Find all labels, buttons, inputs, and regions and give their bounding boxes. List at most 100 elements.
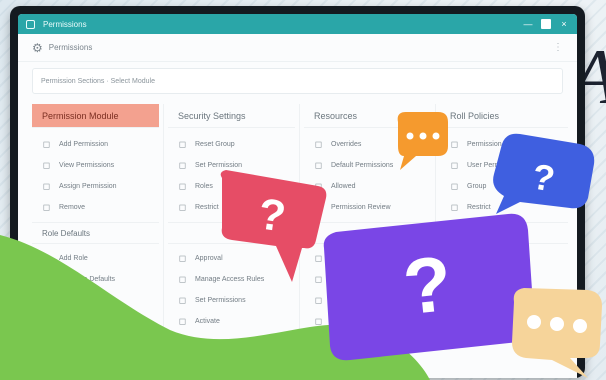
permission-item[interactable]: ◻ Close xyxy=(440,311,568,332)
item-label: Audit xyxy=(331,318,347,325)
checkbox-icon[interactable]: ◻ xyxy=(450,139,459,150)
checkbox-icon[interactable]: ◻ xyxy=(178,181,187,192)
permission-item[interactable]: ◻ Review xyxy=(440,290,568,311)
more-icon[interactable]: ⋮ xyxy=(553,42,563,53)
column-header[interactable]: Roll Policies xyxy=(440,104,568,128)
checkbox-icon[interactable]: ◻ xyxy=(450,160,459,171)
item-label: Set Permissions xyxy=(195,297,246,304)
item-label: Set Defaults xyxy=(59,318,98,325)
permission-item[interactable]: ◻ Add Permission xyxy=(32,134,159,155)
permission-column: Security Settings ◻ Reset Group ◻ Set Permis… xyxy=(168,104,300,332)
column-header[interactable]: Permission Module xyxy=(32,104,159,128)
checkbox-icon[interactable]: ◻ xyxy=(450,253,459,264)
permission-item[interactable]: ◻ Set Defaults xyxy=(32,311,159,332)
permission-item[interactable]: ◻ Activate xyxy=(168,311,295,332)
permission-item[interactable]: ◻ Add Role xyxy=(32,248,159,269)
checkbox-icon[interactable]: ◻ xyxy=(450,274,459,285)
permission-item[interactable]: ◻ Assign Permission xyxy=(32,176,159,197)
checkbox-icon[interactable]: ◻ xyxy=(42,253,51,264)
column-header[interactable]: Resources xyxy=(304,104,431,128)
checkbox-icon[interactable]: ◻ xyxy=(178,295,187,306)
item-label: Assign Permission xyxy=(59,183,117,190)
checkbox-icon[interactable]: ◻ xyxy=(178,139,187,150)
item-label: Permission xyxy=(467,141,502,148)
minimize-button[interactable]: — xyxy=(523,19,533,29)
checkbox-icon[interactable]: ◻ xyxy=(42,274,51,285)
permission-item[interactable]: ◻ Reset Group xyxy=(168,134,295,155)
item-label: Remove xyxy=(59,204,86,211)
permission-item[interactable]: ◻ Notes xyxy=(440,269,568,290)
permission-item[interactable]: ◻ User Permissions xyxy=(440,155,568,176)
permission-item[interactable]: ◻ Permission Review xyxy=(304,197,431,218)
item-label: Add Role xyxy=(59,255,88,262)
close-button[interactable]: × xyxy=(559,19,569,29)
checkbox-icon[interactable]: ◻ xyxy=(42,181,51,192)
item-label: Manage Access Rules xyxy=(195,276,265,283)
checkbox-icon[interactable]: ◻ xyxy=(314,202,323,213)
maximize-button[interactable] xyxy=(541,19,551,29)
permission-item[interactable]: ◻ Approval xyxy=(168,248,295,269)
permission-item[interactable]: ◻ Link xyxy=(304,248,431,269)
checkbox-icon[interactable]: ◻ xyxy=(178,316,187,327)
checkbox-icon[interactable]: ◻ xyxy=(314,253,323,264)
permission-column: Permission Module ◻ Add Permission ◻ View Pe… xyxy=(32,104,164,332)
checkbox-icon[interactable]: ◻ xyxy=(450,316,459,327)
checkbox-icon[interactable]: ◻ xyxy=(178,253,187,264)
permission-item[interactable]: ◻ Manage Access Rules xyxy=(168,269,295,290)
permission-item[interactable]: ◻ Audit xyxy=(304,311,431,332)
item-label: Reset Group xyxy=(195,141,235,148)
permission-item[interactable]: ◻ Permission xyxy=(440,134,568,155)
permission-item[interactable]: ◻ View Permissions xyxy=(32,155,159,176)
checkbox-icon[interactable]: ◻ xyxy=(314,274,323,285)
item-label: Close xyxy=(467,318,485,325)
permission-item[interactable]: ◻ Remove xyxy=(32,197,159,218)
permission-item[interactable]: ◻ Default Permissions xyxy=(304,155,431,176)
item-label: Permission Review xyxy=(331,204,391,211)
breadcrumb[interactable]: Permission Sections · Select Module xyxy=(32,68,563,94)
item-label: Review xyxy=(467,297,490,304)
checkbox-icon[interactable]: ◻ xyxy=(178,160,187,171)
checkbox-icon[interactable]: ◻ xyxy=(450,295,459,306)
permission-item[interactable]: ◻ Users xyxy=(304,269,431,290)
app-window: Permissions — × ⚙ Permissions ⋮ Permissi… xyxy=(18,14,577,378)
permission-item[interactable]: ◻ Overrides xyxy=(304,134,431,155)
checkbox-icon[interactable]: ◻ xyxy=(450,181,459,192)
item-label: Roles xyxy=(195,183,213,190)
item-label: Allowed xyxy=(331,183,356,190)
checkbox-icon[interactable]: ◻ xyxy=(178,202,187,213)
item-label: Restrict xyxy=(195,204,219,211)
checkbox-icon[interactable]: ◻ xyxy=(314,181,323,192)
checkbox-icon[interactable]: ◻ xyxy=(42,316,51,327)
item-label: Set Permission xyxy=(195,162,243,169)
checkbox-icon[interactable]: ◻ xyxy=(314,160,323,171)
permission-item[interactable]: ◻ Groups xyxy=(304,290,431,311)
gear-icon[interactable]: ⚙ xyxy=(32,41,43,55)
permission-item[interactable]: ◻ Delete Role Rules xyxy=(32,290,159,311)
section-header: Role Defaults xyxy=(32,222,159,244)
permission-item[interactable]: ◻ Restrict xyxy=(440,197,568,218)
permission-item[interactable]: ◻ Logs xyxy=(440,248,568,269)
checkbox-icon[interactable]: ◻ xyxy=(42,295,51,306)
checkbox-icon[interactable]: ◻ xyxy=(42,202,51,213)
window-title: Permissions xyxy=(43,19,87,29)
permission-item[interactable]: ◻ Roles xyxy=(168,176,295,197)
checkbox-icon[interactable]: ◻ xyxy=(42,139,51,150)
item-label: Restrict xyxy=(467,204,491,211)
item-label: Logs xyxy=(467,255,483,262)
checkbox-icon[interactable]: ◻ xyxy=(314,316,323,327)
checkbox-icon[interactable]: ◻ xyxy=(178,274,187,285)
permission-item[interactable]: ◻ Set Permission xyxy=(168,155,295,176)
title-bar: Permissions — × xyxy=(18,14,577,34)
checkbox-icon[interactable]: ◻ xyxy=(450,202,459,213)
checkbox-icon[interactable]: ◻ xyxy=(314,139,323,150)
app-icon xyxy=(26,19,35,29)
permission-item[interactable]: ◻ Allowed xyxy=(304,176,431,197)
permission-item[interactable]: ◻ Restrict xyxy=(168,197,295,218)
checkbox-icon[interactable]: ◻ xyxy=(314,295,323,306)
permission-item[interactable]: ◻ Edit Role Defaults xyxy=(32,269,159,290)
checkbox-icon[interactable]: ◻ xyxy=(42,160,51,171)
item-label: Activate xyxy=(195,318,220,325)
permission-item[interactable]: ◻ Set Permissions xyxy=(168,290,295,311)
column-header[interactable]: Security Settings xyxy=(168,104,295,128)
permission-item[interactable]: ◻ Group xyxy=(440,176,568,197)
